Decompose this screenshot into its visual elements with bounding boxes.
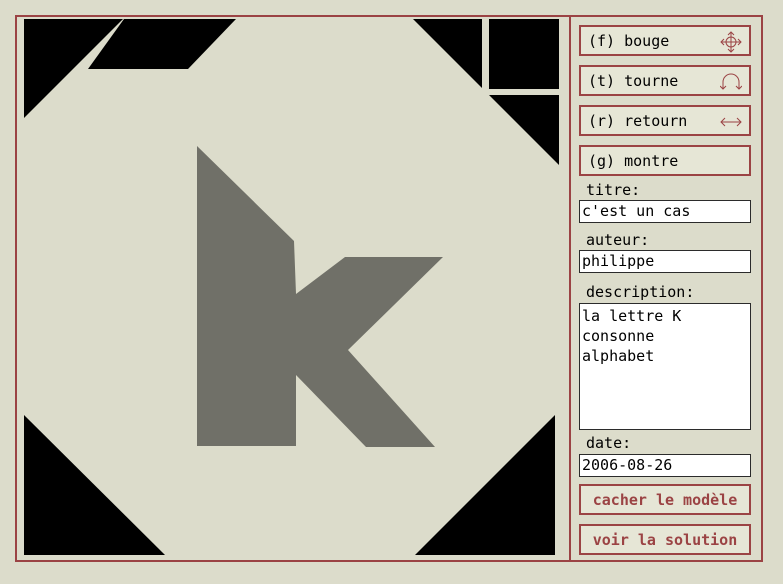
author-input[interactable]: philippe: [579, 250, 751, 273]
rotate-mode-label: (t) tourne: [588, 71, 679, 90]
board-canvas[interactable]: [24, 19, 562, 558]
move-mode-button[interactable]: (f) bouge: [579, 25, 751, 56]
description-textarea[interactable]: la lettre K consonne alphabet: [579, 303, 751, 430]
rotate-icon: [720, 73, 742, 90]
flip-mode-button[interactable]: (r) retourn: [579, 105, 751, 136]
date-label: date:: [586, 434, 632, 452]
rotate-mode-button[interactable]: (t) tourne: [579, 65, 751, 96]
show-mode-label: (g) montre: [588, 151, 679, 170]
show-solution-button[interactable]: voir la solution: [579, 524, 751, 555]
author-label: auteur:: [586, 231, 650, 249]
title-input[interactable]: c'est un cas: [579, 200, 751, 223]
flip-mode-label: (r) retourn: [588, 111, 688, 130]
tangram-board[interactable]: [24, 19, 562, 558]
hide-model-button[interactable]: cacher le modèle: [579, 484, 751, 515]
show-mode-button[interactable]: (g) montre: [579, 145, 751, 176]
date-input[interactable]: 2006-08-26: [579, 454, 751, 477]
description-label: description:: [586, 283, 695, 301]
flip-icon: [720, 117, 742, 127]
move-icon: [720, 31, 742, 53]
move-mode-label: (f) bouge: [588, 31, 670, 50]
tangram-piece-square[interactable]: [489, 19, 559, 89]
panel-divider: [569, 15, 571, 562]
title-label: titre:: [586, 181, 641, 199]
